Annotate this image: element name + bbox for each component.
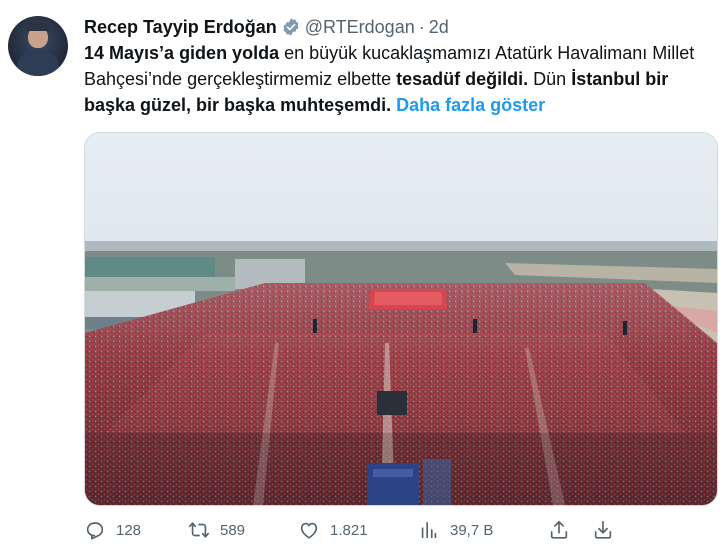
tweet-text-bold-1: 14 Mayıs’a giden yolda (84, 43, 280, 63)
reply-count: 128 (116, 521, 142, 539)
rally-crowd-photo (85, 133, 717, 505)
like-button[interactable]: 1.821 (298, 519, 368, 541)
like-icon (300, 522, 318, 539)
tweet-text-bold-2: tesadüf değildi. (396, 69, 529, 89)
reply-icon (86, 522, 104, 540)
retweet-count: 589 (220, 521, 246, 539)
views-count: 39,7 B (450, 521, 494, 539)
tweet-actions: 128 589 1.821 39,7 B (84, 516, 624, 544)
retweet-icon (189, 522, 209, 538)
avatar-cap (26, 22, 50, 31)
show-more-link[interactable]: Daha fazla göster (396, 95, 545, 115)
views-icon (421, 521, 437, 539)
views-button[interactable]: 39,7 B (418, 519, 493, 541)
reply-button[interactable]: 128 (84, 519, 141, 541)
download-icon (594, 520, 612, 539)
author-name[interactable]: Recep Tayyip Erdoğan (84, 16, 277, 38)
like-count: 1.821 (330, 521, 368, 539)
download-button[interactable] (592, 519, 614, 541)
header-separator: · (418, 17, 425, 37)
share-icon (550, 520, 568, 539)
verified-badge-icon (283, 18, 299, 36)
avatar-body (17, 50, 59, 76)
author-handle[interactable]: @RTErdogan (305, 16, 415, 38)
retweet-button[interactable]: 589 (188, 519, 245, 541)
tweet-text: 14 Mayıs’a giden yolda en büyük kucaklaş… (84, 40, 704, 118)
tweet-photo[interactable] (84, 132, 718, 506)
tweet-header: Recep Tayyip Erdoğan @RTErdogan · 2d (84, 16, 449, 38)
tweet-timestamp[interactable]: 2d (429, 16, 449, 38)
tweet-text-3: Dün (528, 69, 572, 89)
share-button[interactable] (548, 519, 570, 541)
author-avatar[interactable] (8, 16, 68, 76)
tweet[interactable]: Recep Tayyip Erdoğan @RTErdogan · 2d 14 … (0, 0, 724, 552)
